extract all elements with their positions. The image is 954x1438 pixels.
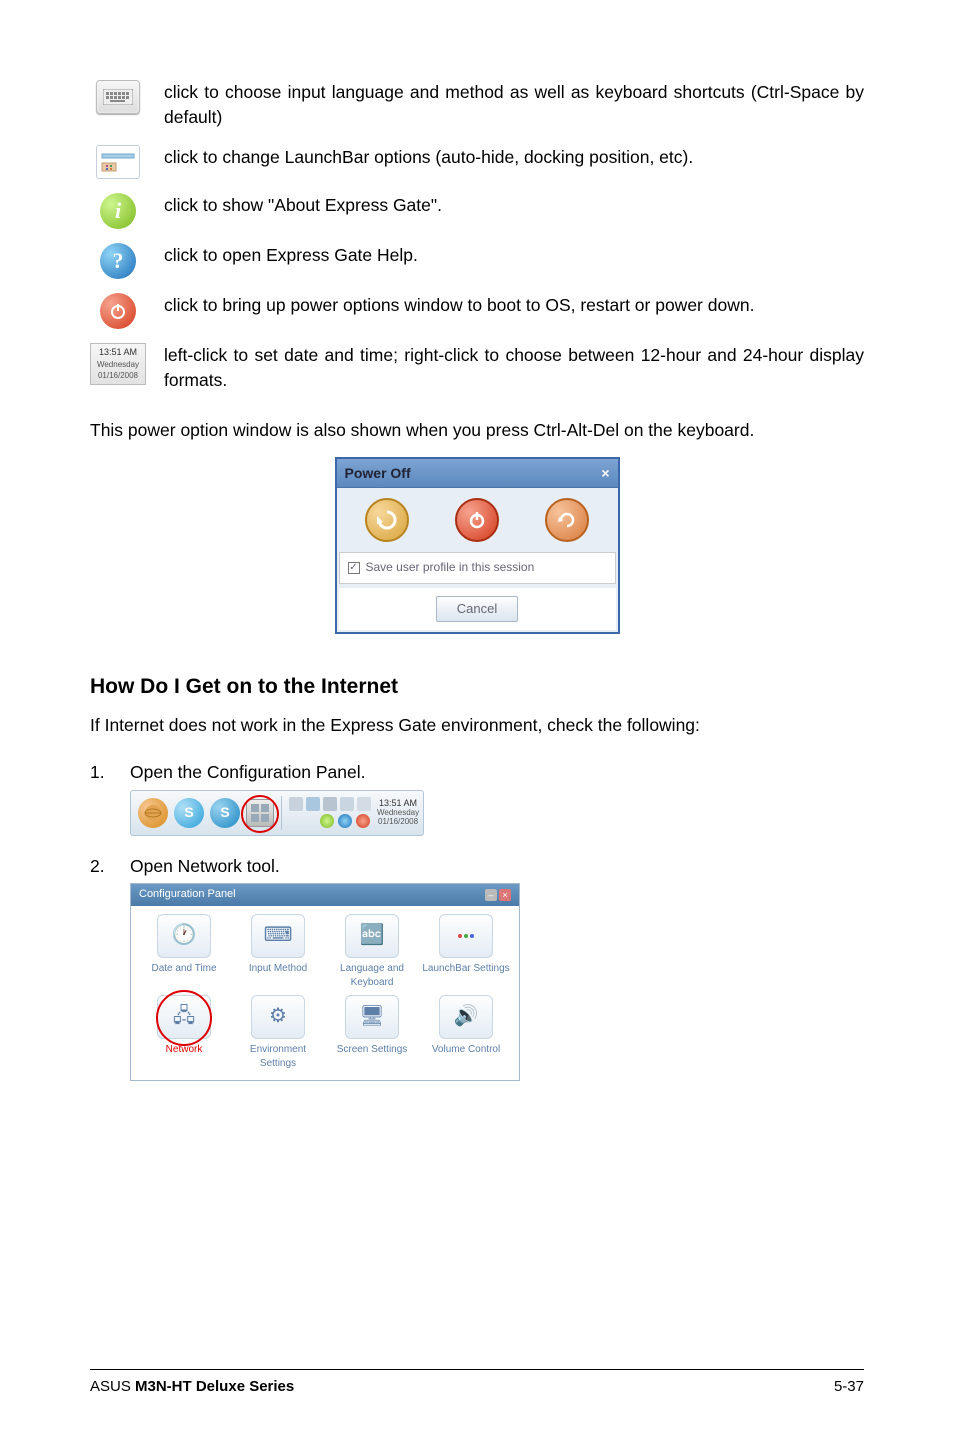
close-icon: × — [601, 463, 609, 483]
boot-to-os-icon — [365, 498, 409, 542]
lb-tray-icon — [289, 797, 303, 811]
clock-date: 01/16/2008 — [91, 370, 145, 382]
cp-label: Environment Settings — [233, 1043, 323, 1072]
step-1-text: Open the Configuration Panel. — [130, 760, 864, 785]
clock-widget-icon: 13:51 AM Wednesday 01/16/2008 — [90, 343, 146, 385]
lb-skype2-icon: S — [210, 798, 240, 828]
power-option-paragraph: This power option window is also shown w… — [90, 418, 864, 443]
icon-row-help: ? click to open Express Gate Help. — [90, 243, 864, 279]
info-icon: i — [100, 193, 136, 229]
clock-desc: left-click to set date and time; right-c… — [146, 343, 864, 394]
cp-label: LaunchBar Settings — [421, 962, 511, 977]
footer-page-number: 5-37 — [834, 1376, 864, 1398]
step-number: 2. — [90, 854, 130, 1081]
volume-control-icon: 🔊 — [439, 995, 493, 1039]
lb-clock: 13:51 AM Wednesday 01/16/2008 — [377, 799, 419, 826]
cp-label: Input Method — [233, 962, 323, 977]
cp-label: Screen Settings — [327, 1043, 417, 1058]
icon-row-info: i click to show "About Express Gate". — [90, 193, 864, 229]
cp-item-input-method: ⌨ Input Method — [233, 914, 323, 991]
config-panel-screenshot: Configuration Panel – × 🕐 Date and Time … — [130, 883, 520, 1081]
lb-tray-icon — [323, 797, 337, 811]
cancel-button: Cancel — [436, 596, 518, 623]
lb-skype-icon: S — [174, 798, 204, 828]
section-heading: How Do I Get on to the Internet — [90, 672, 864, 702]
config-panel-titlebar: Configuration Panel – × — [131, 884, 519, 906]
lb-clock-date: 01/16/2008 — [377, 818, 419, 827]
launchbar-settings-icon — [96, 145, 140, 179]
screen-settings-icon: 🖥 — [345, 995, 399, 1039]
power-dialog-titlebar: Power Off × — [337, 459, 618, 488]
power-desc: click to bring up power options window t… — [146, 293, 864, 318]
help-desc: click to open Express Gate Help. — [146, 243, 864, 268]
launchbar-screenshot: S S — [130, 790, 424, 836]
power-icon — [100, 293, 136, 329]
cp-label: Language and Keyboard — [327, 962, 417, 991]
cp-item-environment: ⚙ Environment Settings — [233, 995, 323, 1072]
step-2-text: Open Network tool. — [130, 854, 864, 879]
lb-tray-icon — [306, 797, 320, 811]
lb-config-panel-icon — [246, 799, 274, 827]
network-icon: 🖧 — [157, 995, 211, 1039]
language-keyboard-icon: 🔤 — [345, 914, 399, 958]
save-profile-label: Save user profile in this session — [366, 559, 535, 576]
keyboard-icon — [96, 80, 140, 114]
cp-item-launchbar-settings: LaunchBar Settings — [421, 914, 511, 991]
lb-web-icon — [138, 798, 168, 828]
cp-item-language: 🔤 Language and Keyboard — [327, 914, 417, 991]
cp-label: Volume Control — [421, 1043, 511, 1058]
environment-settings-icon: ⚙ — [251, 995, 305, 1039]
power-dialog-title: Power Off — [345, 463, 411, 483]
save-profile-checkbox-row: ✓ Save user profile in this session — [339, 552, 616, 583]
cp-item-screen: 🖥 Screen Settings — [327, 995, 417, 1072]
icon-row-launchbar: click to change LaunchBar options (auto-… — [90, 145, 864, 179]
restart-icon — [545, 498, 589, 542]
step-1: 1. Open the Configuration Panel. S S — [90, 760, 864, 835]
icon-row-keyboard: click to choose input language and metho… — [90, 80, 864, 131]
power-off-dialog-screenshot: Power Off × ✓ Save user profile in this … — [90, 457, 864, 635]
cp-item-network: 🖧 Network — [139, 995, 229, 1072]
launchbar-settings-icon — [439, 914, 493, 958]
checkbox-icon: ✓ — [348, 562, 360, 574]
power-off-btn-icon — [455, 498, 499, 542]
section-subtext: If Internet does not work in the Express… — [90, 713, 864, 738]
close-icon: × — [499, 889, 511, 901]
red-highlight-circle — [156, 990, 212, 1046]
cp-item-date-time: 🕐 Date and Time — [139, 914, 229, 991]
clock-time: 13:51 AM — [91, 346, 145, 359]
help-icon: ? — [100, 243, 136, 279]
lb-info-icon — [320, 814, 334, 828]
lb-power-icon — [356, 814, 370, 828]
icon-description-list: click to choose input language and metho… — [90, 80, 864, 394]
lb-help-icon — [338, 814, 352, 828]
footer-left: ASUS M3N-HT Deluxe Series — [90, 1376, 294, 1398]
info-desc: click to show "About Express Gate". — [146, 193, 864, 218]
date-time-icon: 🕐 — [157, 914, 211, 958]
keyboard-desc: click to choose input language and metho… — [146, 80, 864, 131]
step-number: 1. — [90, 760, 130, 835]
cp-item-volume: 🔊 Volume Control — [421, 995, 511, 1072]
cp-label: Date and Time — [139, 962, 229, 977]
lb-tray-icon — [340, 797, 354, 811]
config-panel-title: Configuration Panel — [139, 887, 236, 903]
launchbar-desc: click to change LaunchBar options (auto-… — [146, 145, 864, 170]
input-method-icon: ⌨ — [251, 914, 305, 958]
clock-day: Wednesday — [91, 359, 145, 371]
minimize-icon: – — [485, 889, 497, 901]
page-footer: ASUS M3N-HT Deluxe Series 5-37 — [90, 1369, 864, 1398]
icon-row-clock: 13:51 AM Wednesday 01/16/2008 left-click… — [90, 343, 864, 394]
icon-row-power: click to bring up power options window t… — [90, 293, 864, 329]
lb-tray-icon — [357, 797, 371, 811]
step-2: 2. Open Network tool. Configuration Pane… — [90, 854, 864, 1081]
